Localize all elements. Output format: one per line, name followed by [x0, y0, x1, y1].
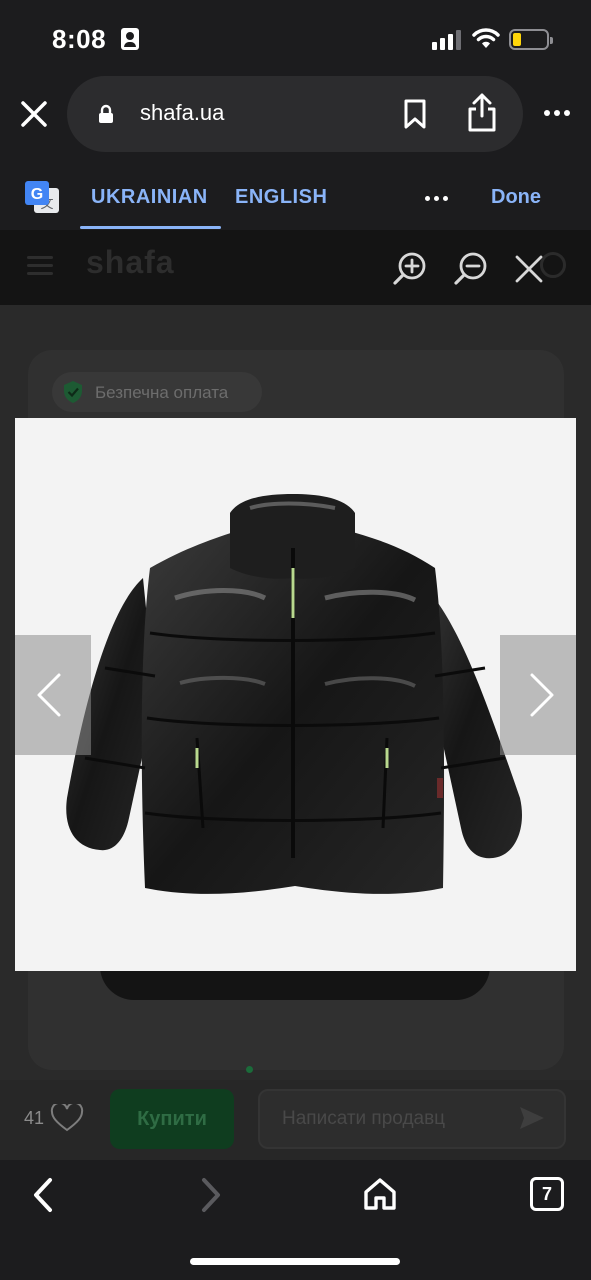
menu-icon [27, 256, 53, 276]
signal-icon [432, 30, 462, 50]
address-bar[interactable] [67, 76, 523, 152]
active-tab-indicator [80, 226, 221, 229]
previous-photo-button[interactable] [15, 635, 91, 755]
safe-payment-label: Безпечна оплата [95, 383, 229, 402]
share-icon[interactable] [466, 92, 498, 134]
tabs-button[interactable]: 7 [530, 1177, 564, 1211]
person-badge-icon [121, 28, 139, 50]
tab-target-language[interactable]: ENGLISH [235, 186, 327, 209]
more-icon[interactable] [540, 110, 574, 120]
heart-icon[interactable] [50, 1104, 84, 1132]
send-icon[interactable] [518, 1104, 546, 1132]
battery-icon [509, 29, 553, 50]
svg-text:G: G [31, 186, 43, 203]
google-translate-icon: 文 G [25, 181, 59, 213]
forward-icon[interactable] [198, 1176, 224, 1214]
bookmark-icon[interactable] [402, 98, 428, 130]
translate-more-icon[interactable] [425, 196, 449, 202]
home-icon[interactable] [363, 1176, 397, 1212]
shield-icon [64, 381, 82, 403]
likes-count: 41 [24, 1108, 45, 1128]
back-icon[interactable] [30, 1176, 56, 1214]
wifi-icon [472, 28, 500, 48]
done-button[interactable]: Done [491, 186, 541, 209]
jacket-image [66, 494, 522, 894]
next-photo-button[interactable] [500, 635, 576, 755]
zoom-in-icon[interactable] [392, 250, 428, 286]
close-viewer-icon[interactable] [514, 254, 544, 284]
carousel-dot [246, 1066, 253, 1073]
lock-icon [99, 104, 113, 123]
chevron-left-icon [37, 673, 61, 717]
url-text[interactable]: shafa.ua [140, 100, 224, 126]
status-time: 8:08 [52, 24, 107, 54]
zoom-out-icon[interactable] [453, 250, 489, 286]
close-icon[interactable] [18, 98, 50, 130]
site-logo: shafa [86, 244, 175, 280]
tab-source-language[interactable]: UKRAINIAN [91, 186, 208, 209]
chevron-right-icon [530, 673, 554, 717]
buy-button[interactable]: Купити [110, 1089, 234, 1149]
status-bar: 8:08 [0, 0, 591, 78]
product-photo[interactable] [15, 418, 576, 971]
home-indicator [190, 1258, 400, 1265]
photo-shadow [100, 966, 490, 1000]
